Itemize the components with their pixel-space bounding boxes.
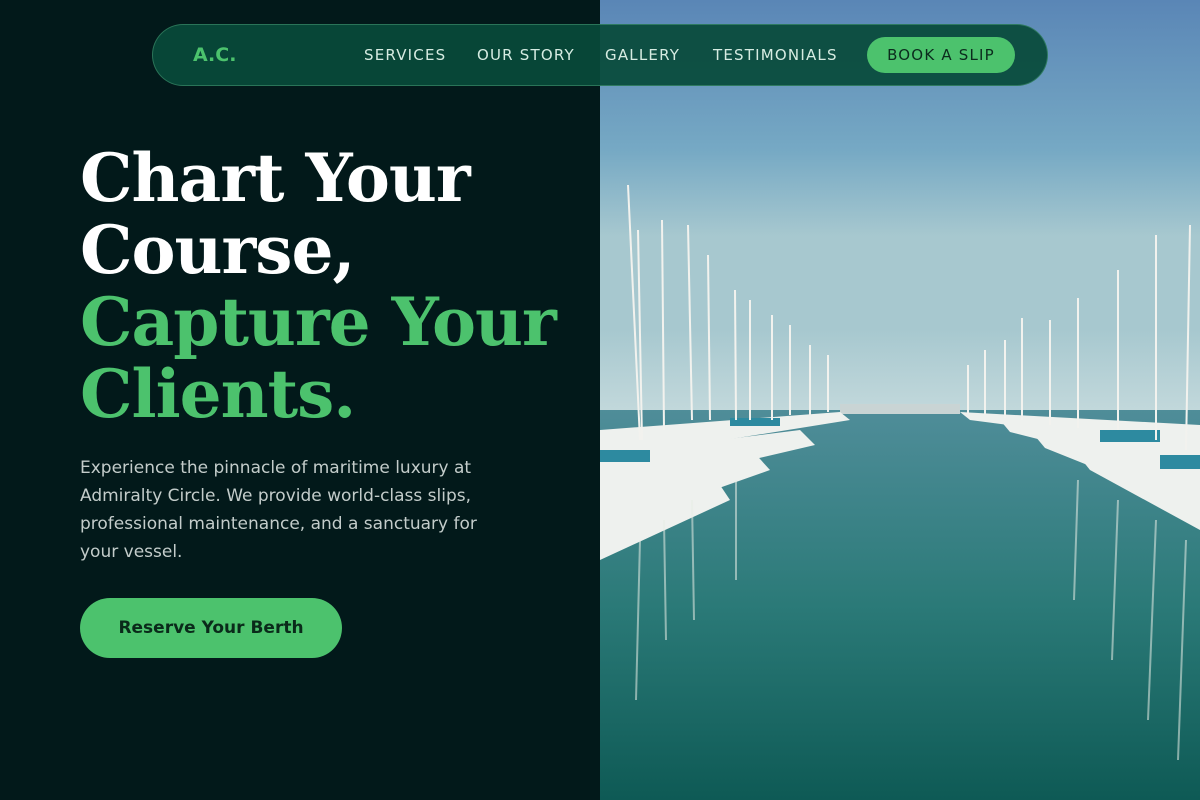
nav-link-testimonials[interactable]: TESTIMONIALS bbox=[713, 46, 838, 64]
marina-illustration bbox=[600, 0, 1200, 800]
brand-logo[interactable]: A.C. bbox=[193, 44, 236, 66]
nav-link-gallery[interactable]: GALLERY bbox=[605, 46, 680, 64]
top-navbar: A.C. SERVICES OUR STORY GALLERY TESTIMON… bbox=[152, 24, 1048, 86]
nav-link-our-story[interactable]: OUR STORY bbox=[477, 46, 575, 64]
book-slip-button[interactable]: BOOK A SLIP bbox=[867, 37, 1015, 73]
headline-line-2: Course, bbox=[80, 211, 355, 289]
hero-description: Experience the pinnacle of maritime luxu… bbox=[80, 458, 477, 562]
marina-photo bbox=[600, 0, 1200, 800]
headline-line-4: Clients. bbox=[80, 355, 356, 433]
hero-left-panel: Chart Your Course, Capture Your Clients.… bbox=[0, 0, 600, 800]
headline-line-1: Chart Your bbox=[80, 139, 471, 217]
hero-headline: Chart Your Course, Capture Your Clients. bbox=[80, 142, 580, 430]
headline-line-3: Capture Your bbox=[80, 283, 557, 361]
reserve-berth-button[interactable]: Reserve Your Berth bbox=[80, 598, 342, 658]
nav-link-services[interactable]: SERVICES bbox=[364, 46, 446, 64]
